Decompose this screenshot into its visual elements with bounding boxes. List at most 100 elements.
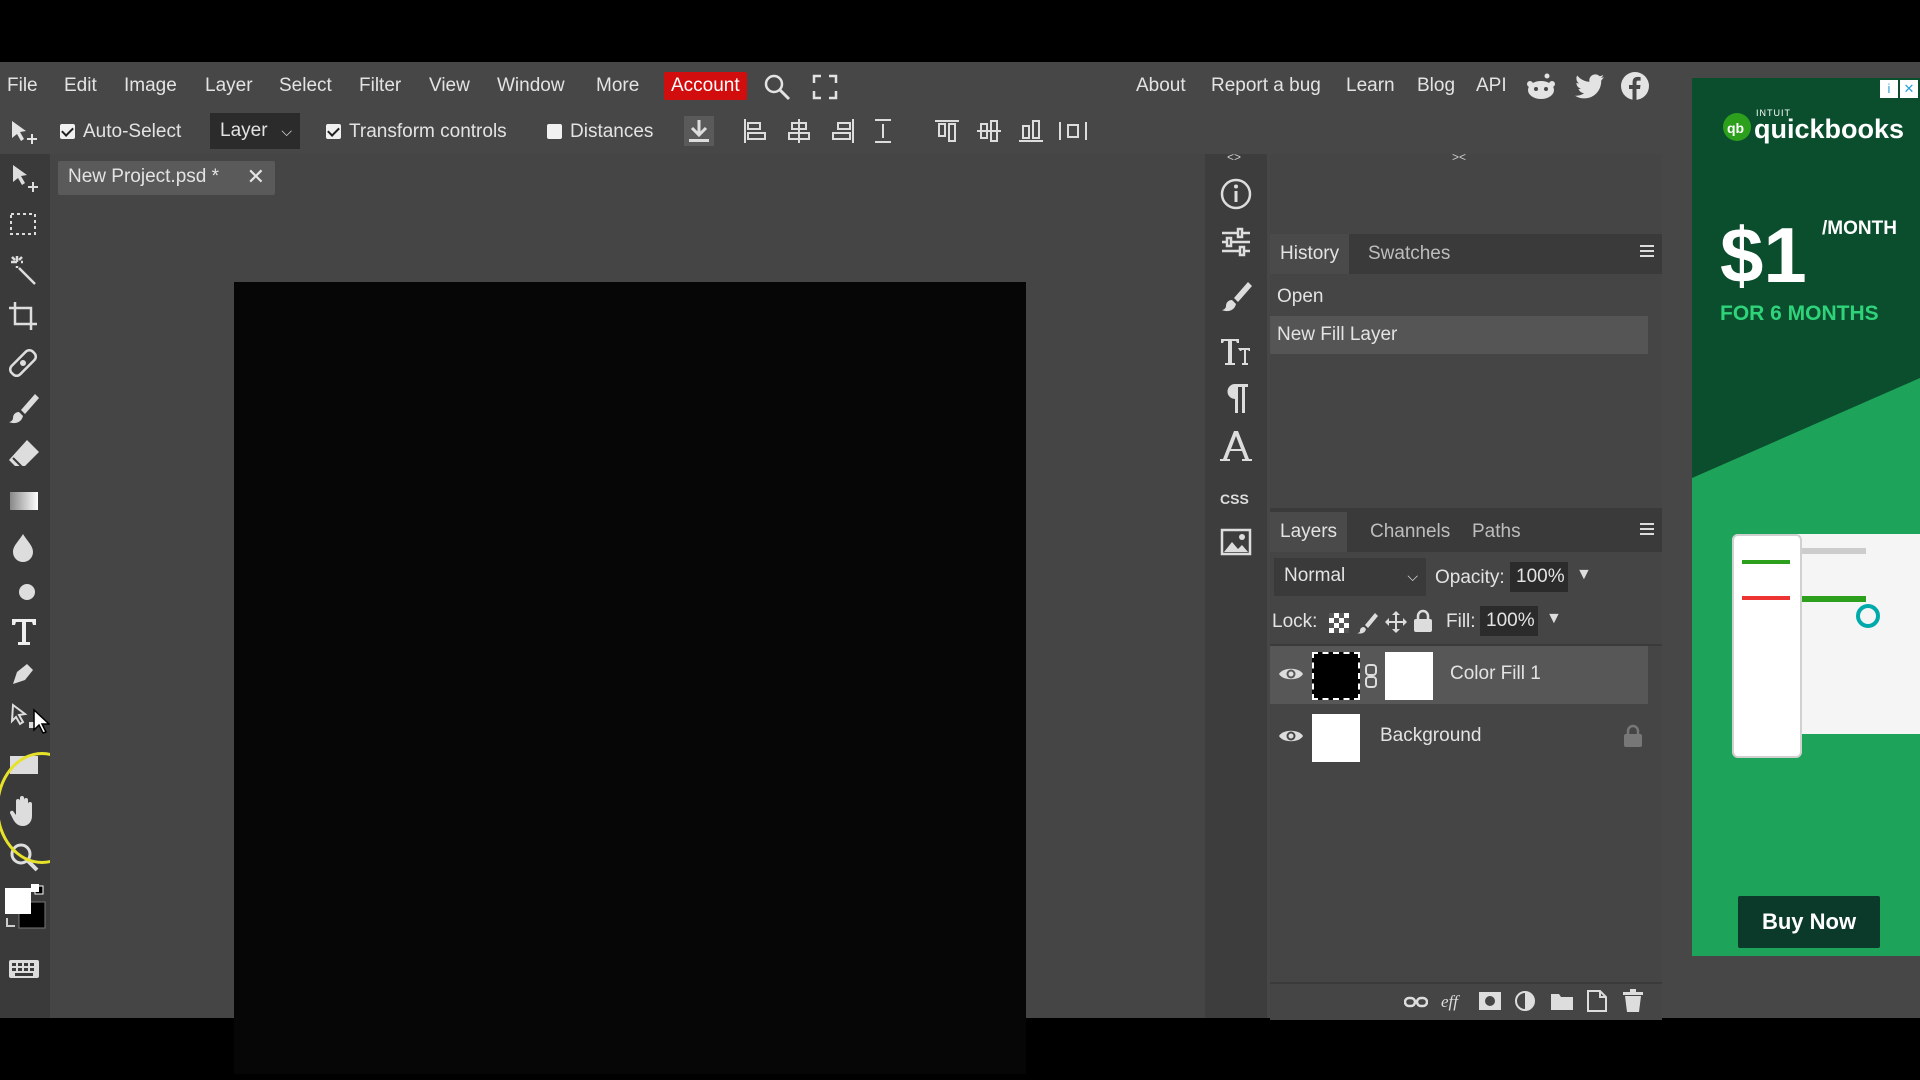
adjustment-layer-icon[interactable] — [1514, 990, 1536, 1012]
new-layer-icon[interactable] — [1586, 989, 1608, 1013]
lock-pixels-icon[interactable] — [1356, 612, 1378, 634]
keyboard-icon[interactable] — [5, 950, 43, 988]
menu-file[interactable]: File — [7, 72, 38, 100]
search-icon[interactable] — [762, 72, 792, 102]
brush-settings-icon[interactable] — [1218, 278, 1254, 314]
opacity-input[interactable]: 100% — [1510, 562, 1568, 592]
gradient-tool-icon[interactable] — [5, 482, 43, 520]
eye-icon[interactable] — [1278, 726, 1304, 746]
auto-select-label: Auto-Select — [83, 121, 182, 142]
tab-swatches[interactable]: Swatches — [1358, 234, 1460, 274]
menu-view[interactable]: View — [429, 72, 470, 100]
menu-filter[interactable]: Filter — [359, 72, 401, 100]
panel-menu-icon[interactable] — [1640, 245, 1654, 259]
distribute-horizontal-icon[interactable] — [1058, 118, 1088, 144]
collapse-panels-icon[interactable]: >< — [1452, 150, 1466, 164]
menu-learn[interactable]: Learn — [1346, 72, 1395, 100]
fullscreen-icon[interactable] — [812, 74, 838, 100]
buy-now-button[interactable]: Buy Now — [1738, 896, 1880, 948]
distances-checkbox[interactable] — [547, 124, 562, 139]
facebook-icon[interactable] — [1620, 71, 1650, 101]
transform-controls-checkbox[interactable] — [326, 124, 341, 139]
magic-wand-tool-icon[interactable] — [5, 252, 43, 290]
menu-select[interactable]: Select — [279, 72, 332, 100]
character-icon[interactable] — [1218, 334, 1254, 370]
info-icon[interactable] — [1218, 176, 1254, 212]
layer-row[interactable]: Color Fill 1 — [1270, 646, 1648, 704]
ad-close-icon[interactable]: ✕ — [1900, 80, 1918, 98]
healing-brush-tool-icon[interactable] — [5, 344, 43, 382]
blend-mode-select[interactable]: Normal ⌵ — [1274, 558, 1426, 596]
tab-history[interactable]: History — [1270, 234, 1350, 274]
distribute-vertical-icon[interactable] — [872, 118, 894, 144]
tab-paths[interactable]: Paths — [1462, 512, 1531, 552]
link-layers-icon[interactable] — [1404, 992, 1428, 1012]
opacity-dropdown-icon[interactable]: ▼ — [1576, 566, 1592, 584]
layer-select[interactable]: Layer ⌵ — [210, 113, 300, 149]
lock-transparency-icon[interactable] — [1328, 612, 1350, 634]
marquee-tool-icon[interactable] — [5, 206, 43, 244]
ad-phone-image — [1732, 534, 1802, 758]
auto-select-checkbox[interactable] — [60, 124, 75, 139]
align-top-icon[interactable] — [934, 118, 960, 144]
menu-about[interactable]: About — [1136, 72, 1186, 100]
menu-api[interactable]: API — [1476, 72, 1507, 100]
account-button[interactable]: Account — [664, 72, 747, 100]
dodge-tool-icon[interactable] — [5, 574, 43, 612]
document-tab[interactable]: New Project.psd * ✕ — [58, 161, 275, 195]
history-item-new-fill-layer[interactable]: New Fill Layer — [1270, 316, 1648, 354]
lock-position-icon[interactable] — [1384, 610, 1408, 634]
eye-icon[interactable] — [1278, 664, 1304, 684]
menu-edit[interactable]: Edit — [64, 72, 97, 100]
lock-all-icon[interactable] — [1412, 609, 1434, 633]
menu-image[interactable]: Image — [124, 72, 177, 100]
pen-tool-icon[interactable] — [5, 654, 43, 692]
download-icon[interactable] — [684, 116, 714, 146]
type-tool-icon[interactable] — [5, 612, 43, 650]
css-icon[interactable]: CSS — [1218, 480, 1254, 516]
blur-tool-icon[interactable] — [5, 528, 43, 566]
history-item-open[interactable]: Open — [1270, 278, 1648, 316]
collapse-icon[interactable]: <> — [1227, 150, 1241, 164]
eraser-tool-icon[interactable] — [5, 436, 43, 474]
menu-blog[interactable]: Blog — [1417, 72, 1455, 100]
reddit-icon[interactable] — [1525, 72, 1557, 102]
canvas[interactable] — [234, 282, 1026, 1074]
advertisement[interactable]: qb INTUIT quickbooks i ✕ $1 /MONTH FOR 6… — [1692, 78, 1920, 956]
folder-icon[interactable] — [1550, 990, 1574, 1012]
align-left-icon[interactable] — [742, 118, 768, 144]
layer-row[interactable]: Background — [1270, 708, 1648, 766]
blend-mode-value: Normal — [1284, 565, 1346, 586]
twitter-icon[interactable] — [1575, 74, 1605, 100]
menu-layer[interactable]: Layer — [205, 72, 253, 100]
align-center-icon[interactable] — [786, 118, 812, 144]
fill-dropdown-icon[interactable]: ▼ — [1546, 610, 1562, 628]
close-icon[interactable]: ✕ — [247, 164, 265, 190]
menu-more[interactable]: More — [596, 72, 639, 100]
menu-window[interactable]: Window — [497, 72, 565, 100]
history-panel-header: History Swatches — [1270, 234, 1662, 274]
tab-layers[interactable]: Layers — [1270, 512, 1348, 552]
link-icon[interactable] — [1364, 664, 1378, 688]
align-bottom-icon[interactable] — [1018, 118, 1044, 144]
crop-tool-icon[interactable] — [5, 298, 43, 336]
panel-menu-icon[interactable] — [1640, 523, 1654, 537]
layer-effects-icon[interactable]: eff — [1440, 990, 1466, 1012]
ad-info-icon[interactable]: i — [1880, 80, 1898, 98]
align-right-icon[interactable] — [830, 118, 856, 144]
adjustments-icon[interactable] — [1218, 224, 1254, 260]
layer-thumbnail — [1312, 652, 1360, 700]
color-swatches-icon[interactable] — [5, 884, 46, 932]
move-tool-icon[interactable] — [5, 160, 43, 198]
image-icon[interactable] — [1218, 524, 1254, 560]
move-tool-icon[interactable] — [10, 120, 40, 146]
add-mask-icon[interactable] — [1478, 991, 1502, 1011]
brush-tool-icon[interactable] — [5, 390, 43, 428]
fill-input[interactable]: 100% — [1480, 606, 1538, 636]
trash-icon[interactable] — [1622, 989, 1644, 1013]
menu-report-bug[interactable]: Report a bug — [1211, 72, 1321, 100]
align-middle-icon[interactable] — [976, 118, 1002, 144]
paragraph-icon[interactable] — [1218, 380, 1254, 416]
tab-channels[interactable]: Channels — [1360, 512, 1460, 552]
glyphs-icon[interactable] — [1218, 428, 1254, 464]
